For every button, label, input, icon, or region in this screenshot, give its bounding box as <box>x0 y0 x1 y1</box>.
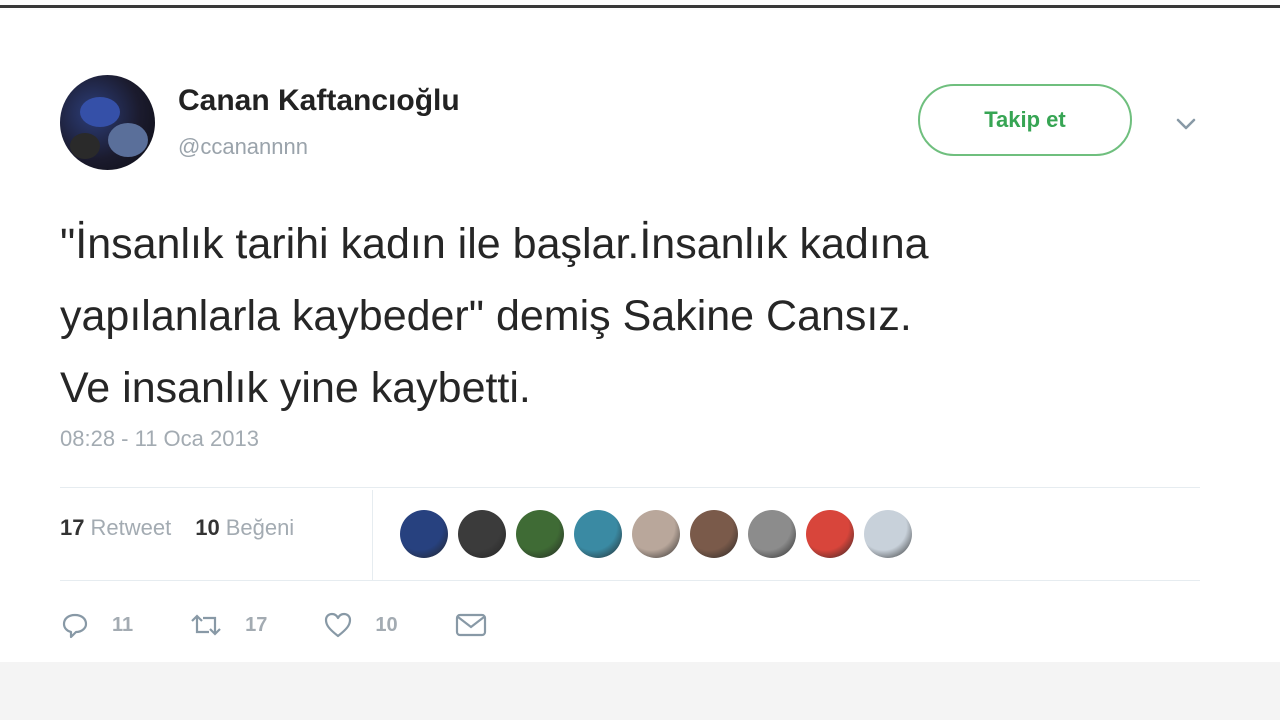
top-edge <box>0 0 1280 8</box>
author-avatar[interactable] <box>60 75 155 170</box>
retweet-action[interactable]: 17 <box>189 610 267 640</box>
reply-action[interactable]: 11 <box>60 610 133 640</box>
like-count: 10 <box>195 515 220 540</box>
retweet-icon <box>191 614 221 636</box>
stats-separator <box>372 490 373 580</box>
like-action-count: 10 <box>375 613 398 636</box>
engagement-stats: 17 Retweet 10 Beğeni <box>60 515 294 541</box>
liker-avatar[interactable] <box>748 510 796 558</box>
message-action[interactable] <box>454 610 510 640</box>
heart-icon <box>325 612 352 638</box>
like-label: Beğeni <box>225 515 295 540</box>
retweet-action-count: 17 <box>245 613 268 636</box>
tweet-timestamp[interactable]: 08:28 - 11 Oca 2013 <box>60 426 259 452</box>
like-stat[interactable]: 10 Beğeni <box>195 515 294 541</box>
divider <box>60 487 1200 488</box>
tweet-actions: 11 17 10 <box>60 610 566 640</box>
follow-button[interactable]: Takip et <box>918 84 1132 156</box>
tweet-text-line: "İnsanlık tarihi kadın ile başlar.İnsanl… <box>60 220 929 268</box>
liker-avatar[interactable] <box>458 510 506 558</box>
liker-avatar[interactable] <box>574 510 622 558</box>
liker-avatar[interactable] <box>632 510 680 558</box>
liker-avatar[interactable] <box>864 510 912 558</box>
tweet-text-line: yapılanlarla kaybeder" demiş Sakine Cans… <box>60 292 912 340</box>
tweet-text-line: Ve insanlık yine kaybetti. <box>60 364 531 412</box>
liker-avatar[interactable] <box>400 510 448 558</box>
like-action[interactable]: 10 <box>323 610 398 640</box>
author-handle[interactable]: @ccanannnn <box>178 134 308 160</box>
retweet-count: 17 <box>60 515 85 540</box>
retweet-label: Retweet <box>90 515 172 540</box>
reply-icon <box>62 613 88 639</box>
envelope-icon <box>455 613 486 637</box>
reply-count: 11 <box>112 613 134 636</box>
liker-avatar[interactable] <box>690 510 738 558</box>
liker-avatar[interactable] <box>806 510 854 558</box>
retweet-stat[interactable]: 17 Retweet <box>60 515 171 541</box>
divider <box>60 580 1200 581</box>
tweet-text: "İnsanlık tarihi kadın ile başlar.İnsanl… <box>60 208 1210 424</box>
chevron-down-icon[interactable] <box>1172 110 1200 138</box>
liker-avatar[interactable] <box>516 510 564 558</box>
likers-avatars <box>400 510 912 558</box>
author-name[interactable]: Canan Kaftancıoğlu <box>178 84 460 118</box>
